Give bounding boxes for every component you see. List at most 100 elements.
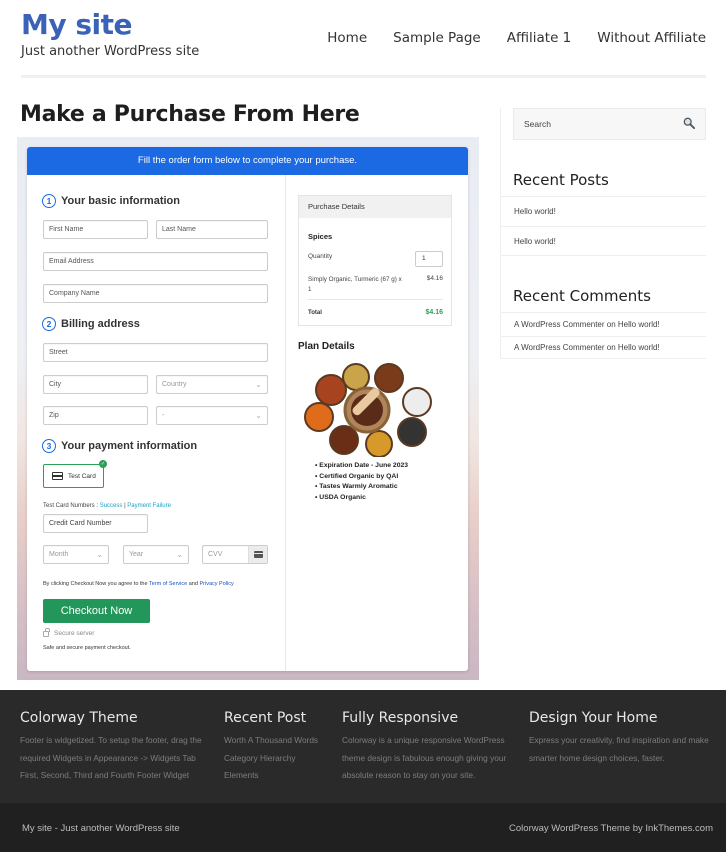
- footer-widgets: Colorway Theme Footer is widgetized. To …: [0, 690, 726, 803]
- plan-features-list: Expiration Date - June 2023 Certified Or…: [315, 461, 408, 503]
- test-card-failure-link[interactable]: Payment Failure: [127, 503, 171, 509]
- terms-agreement: By clicking Checkout Now you agree to th…: [43, 581, 234, 587]
- agree-prefix: By clicking Checkout Now you agree to th…: [43, 581, 148, 587]
- city-field[interactable]: City: [43, 375, 148, 394]
- test-card-separator: |: [124, 503, 126, 509]
- purchase-divider: [308, 299, 443, 300]
- step-basic-info: 1 Your basic information: [42, 194, 180, 208]
- footer-text: absolute reason to stay on your site.: [342, 770, 476, 780]
- footer-column-colorway: Colorway Theme Footer is widgetized. To …: [20, 710, 202, 785]
- recent-post-link[interactable]: Hello world!: [501, 196, 706, 226]
- step-title: Your payment information: [61, 440, 198, 452]
- total-price: $4.16: [425, 309, 443, 316]
- step-title: Billing address: [61, 318, 140, 330]
- safe-checkout-note: Safe and secure payment checkout.: [43, 645, 131, 651]
- step-billing-address: 2 Billing address: [42, 317, 140, 331]
- line-item-price: $4.16: [426, 275, 443, 282]
- site-tagline: Just another WordPress site: [21, 44, 200, 59]
- quantity-input[interactable]: 1: [415, 251, 443, 267]
- footer-post-link[interactable]: Elements: [224, 767, 318, 785]
- total-label: Total: [308, 310, 322, 316]
- recent-comment-link[interactable]: A WordPress Commenter on Hello world!: [501, 312, 706, 336]
- plan-feature: Certified Organic by QAI: [315, 472, 408, 483]
- footer-text: required Widgets in Appearance -> Widget…: [20, 752, 196, 763]
- header-divider: [21, 75, 706, 78]
- plan-details-title: Plan Details: [298, 341, 355, 352]
- year-select[interactable]: Year ⌄: [123, 545, 189, 564]
- search-input[interactable]: Search: [513, 108, 706, 140]
- payment-method-test-card[interactable]: Test Card ✓: [43, 460, 107, 488]
- recent-comments-title: Recent Comments: [513, 287, 651, 305]
- first-name-field[interactable]: First Name: [43, 220, 148, 239]
- month-select[interactable]: Month ⌄: [43, 545, 109, 564]
- footer-text: First, Second, Third and Fourth Footer W…: [20, 770, 190, 780]
- theme-credit-link[interactable]: Colorway WordPress Theme by InkThemes.co…: [509, 823, 713, 834]
- line-item-name: Simply Organic, Turmeric (67 g) x 1: [308, 276, 402, 293]
- credit-card-number-field[interactable]: Credit Card Number: [43, 514, 148, 533]
- zip-field[interactable]: Zip: [43, 406, 148, 425]
- company-field[interactable]: Company Name: [43, 284, 268, 303]
- footer-column-recent-post: Recent Post Worth A Thousand Words Categ…: [224, 710, 318, 785]
- footer-text: smarter home design choices, faster.: [529, 752, 665, 763]
- cvv-field[interactable]: CVV: [202, 545, 268, 564]
- footer-copyright: My site - Just another WordPress site: [22, 823, 180, 834]
- credit-card-icon: [253, 551, 263, 558]
- agree-and: and: [188, 581, 198, 587]
- search-icon[interactable]: [683, 117, 695, 129]
- chevron-down-icon: ⌄: [255, 380, 262, 389]
- plan-feature: USDA Organic: [315, 493, 408, 504]
- footer-column-design-home: Design Your Home Express your creativity…: [529, 710, 709, 767]
- footer-post-link[interactable]: Worth A Thousand Words: [224, 732, 318, 750]
- form-banner: Fill the order form below to complete yo…: [27, 147, 468, 175]
- last-name-field[interactable]: Last Name: [156, 220, 268, 239]
- footer-text: Express your creativity, find inspiratio…: [529, 735, 709, 745]
- step-number-icon: 2: [42, 317, 56, 331]
- plan-feature: Expiration Date - June 2023: [315, 461, 408, 472]
- chevron-down-icon: ⌄: [96, 550, 103, 559]
- footer-text: theme design is fabulous enough giving y…: [342, 752, 507, 763]
- cvv-help-button[interactable]: [248, 546, 267, 563]
- test-card-success-link[interactable]: Success: [100, 503, 123, 509]
- site-header: My site Just another WordPress site Home…: [0, 0, 726, 80]
- step-payment-info: 3 Your payment information: [42, 439, 197, 453]
- nav-item-without-affiliate[interactable]: Without Affiliate: [597, 30, 706, 46]
- page-title: Make a Purchase From Here: [20, 102, 360, 127]
- secure-server-note: Secure server: [43, 628, 94, 637]
- test-card-numbers: Test Card Numbers : Success | Payment Fa…: [43, 503, 171, 509]
- nav-item-sample-page[interactable]: Sample Page: [393, 30, 481, 46]
- main-nav: Home Sample Page Affiliate 1 Without Aff…: [301, 30, 706, 46]
- email-field[interactable]: Email Address: [43, 252, 268, 271]
- test-card-label: Test Card Numbers :: [43, 503, 99, 509]
- privacy-policy-link[interactable]: Privacy Policy: [199, 581, 233, 587]
- street-field[interactable]: Street: [43, 343, 268, 362]
- credit-card-icon: [52, 472, 63, 480]
- recent-post-link[interactable]: Hello world!: [501, 226, 706, 256]
- country-select[interactable]: Country ⌄: [156, 375, 268, 394]
- nav-item-affiliate-1[interactable]: Affiliate 1: [507, 30, 572, 46]
- footer-column-title: Recent Post: [224, 710, 307, 726]
- state-select-value: -: [162, 412, 165, 419]
- check-icon: ✓: [99, 460, 107, 468]
- product-name: Spices: [308, 232, 333, 241]
- country-select-value: Country: [162, 381, 187, 388]
- terms-of-service-link[interactable]: Term of Service: [149, 581, 187, 587]
- month-select-value: Month: [49, 551, 69, 558]
- state-select[interactable]: - ⌄: [156, 406, 268, 425]
- site-title[interactable]: My site: [21, 8, 133, 41]
- footer-text: Footer is widgetized. To setup the foote…: [20, 735, 202, 745]
- payment-method-label: Test Card: [68, 472, 96, 480]
- footer-text: Colorway is a unique responsive WordPres…: [342, 735, 505, 745]
- footer-bottom-bar: My site - Just another WordPress site Co…: [0, 803, 726, 852]
- step-title: Your basic information: [61, 195, 180, 207]
- recent-comment-link[interactable]: A WordPress Commenter on Hello world!: [501, 336, 706, 359]
- form-column-divider: [285, 175, 286, 671]
- spices-image: [304, 363, 432, 457]
- footer-column-title: Design Your Home: [529, 710, 658, 726]
- cvv-placeholder: CVV: [208, 551, 223, 558]
- checkout-now-button[interactable]: Checkout Now: [43, 599, 150, 623]
- purchase-details-box: Purchase Details Spices Quantity 1 Simpl…: [298, 195, 452, 326]
- nav-item-home[interactable]: Home: [327, 30, 367, 46]
- footer-post-link[interactable]: Category Hierarchy: [224, 750, 318, 768]
- search-placeholder: Search: [524, 119, 551, 129]
- footer-column-responsive: Fully Responsive Colorway is a unique re…: [342, 710, 506, 785]
